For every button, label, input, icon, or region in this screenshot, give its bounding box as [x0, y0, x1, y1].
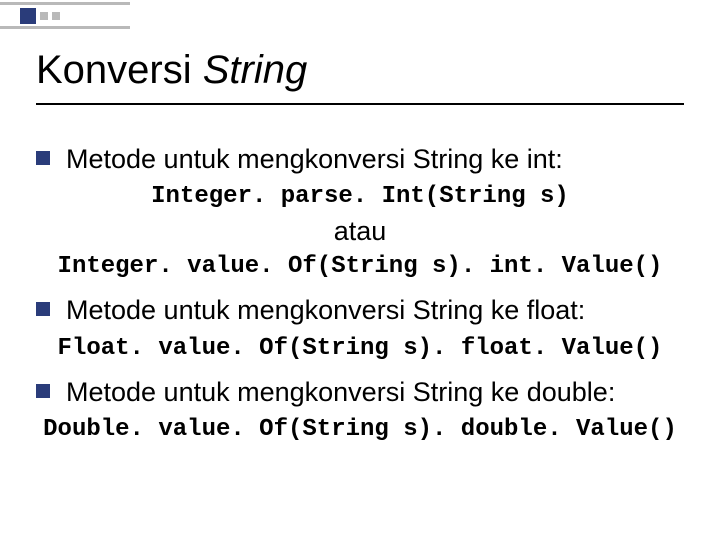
bullet-item: Metode untuk mengkonversi String ke doub… — [36, 374, 684, 410]
bullet-text: Metode untuk mengkonversi String ke int: — [66, 141, 563, 177]
code-line: Float. value. Of(String s). float. Value… — [36, 335, 684, 362]
title-italic: String — [203, 48, 308, 92]
slide-content: Konversi String Metode untuk mengkonvers… — [0, 0, 720, 443]
bullet-text: Metode untuk mengkonversi String ke floa… — [66, 292, 585, 328]
slide-title: Konversi String — [36, 48, 684, 105]
code-line: Integer. parse. Int(String s) — [36, 183, 684, 210]
corner-decoration — [0, 0, 140, 36]
square-bullet-icon — [36, 302, 50, 316]
square-bullet-icon — [36, 384, 50, 398]
square-bullet-icon — [36, 151, 50, 165]
bullet-item: Metode untuk mengkonversi String ke int: — [36, 141, 684, 177]
bullet-text: Metode untuk mengkonversi String ke doub… — [66, 374, 615, 410]
title-plain: Konversi — [36, 48, 203, 92]
code-line: Integer. value. Of(String s). int. Value… — [36, 253, 684, 280]
bullet-item: Metode untuk mengkonversi String ke floa… — [36, 292, 684, 328]
or-text: atau — [36, 216, 684, 247]
code-line: Double. value. Of(String s). double. Val… — [36, 416, 684, 443]
